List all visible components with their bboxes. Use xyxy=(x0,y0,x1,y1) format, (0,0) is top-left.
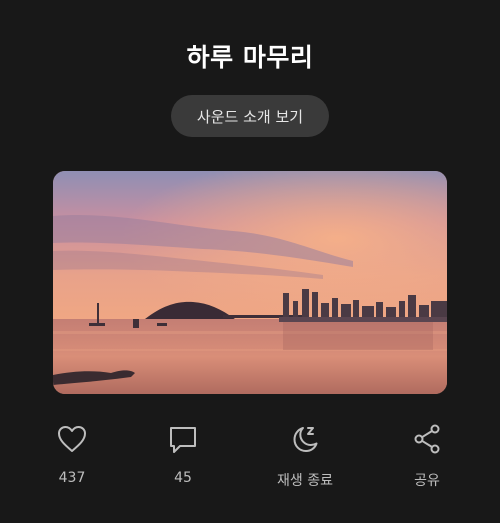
sound-intro-button[interactable]: 사운드 소개 보기 xyxy=(171,95,329,137)
comment-count: 45 xyxy=(174,470,192,486)
comment-button[interactable]: 45 xyxy=(138,420,228,492)
share-button[interactable]: 공유 xyxy=(382,420,472,492)
action-bar: 437 45 재생 종료 공유 xyxy=(0,420,500,500)
hero-image xyxy=(53,171,447,394)
share-icon xyxy=(414,424,440,454)
sleep-timer-button[interactable]: 재생 종료 xyxy=(260,420,350,492)
heart-icon xyxy=(58,426,86,452)
comment-icon xyxy=(170,427,196,453)
share-label: 공유 xyxy=(414,473,440,489)
like-button[interactable]: 437 xyxy=(27,420,117,492)
moon-sleep-icon xyxy=(293,427,318,452)
page-title: 하루 마무리 xyxy=(186,43,314,72)
sleep-timer-label: 재생 종료 xyxy=(277,473,333,489)
like-count: 437 xyxy=(58,470,86,486)
